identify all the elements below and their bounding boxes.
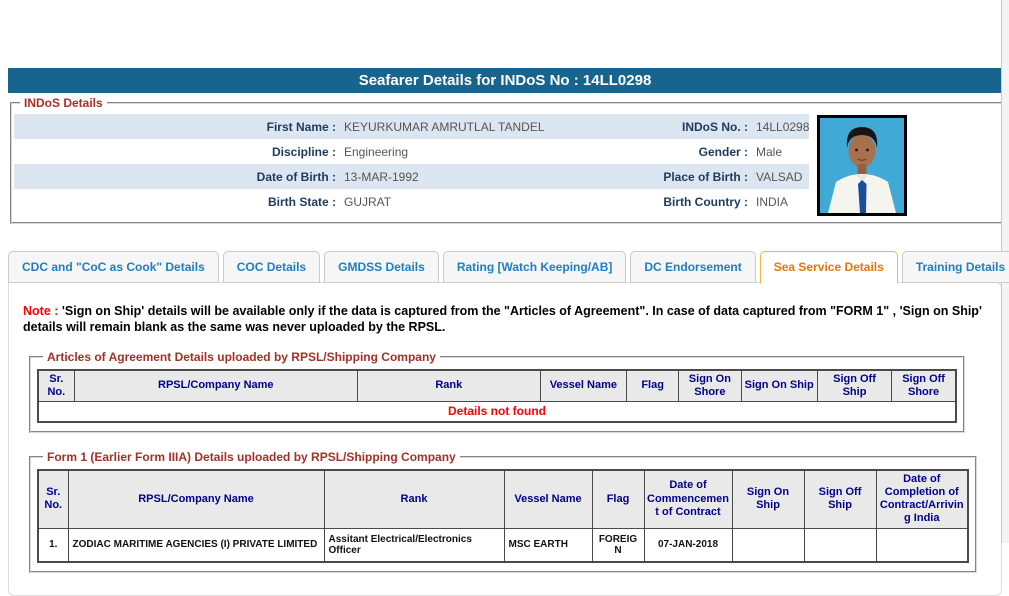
cell-sr-no: 1. xyxy=(37,527,69,563)
column-header-vessel: Vessel Name xyxy=(503,469,593,529)
indos-no-label: INDoS No. : xyxy=(682,119,748,134)
place-of-birth-value: VALSAD xyxy=(756,169,803,184)
detail-row: Discipline : Engineering Gender : Male xyxy=(14,139,809,164)
column-header-sign-off-shore: Sign Off Shore xyxy=(891,369,957,402)
tab-sea-service-details[interactable]: Sea Service Details xyxy=(759,251,898,284)
first-name-label: First Name : xyxy=(266,119,336,134)
tab-cdc-coc-as-cook-details[interactable]: CDC and "CoC as Cook" Details xyxy=(8,251,219,283)
tab-training-details[interactable]: Training Details xyxy=(901,251,1009,283)
detail-row: Date of Birth : 13-MAR-1992 Place of Bir… xyxy=(14,164,810,189)
column-header-flag: Flag xyxy=(626,369,680,402)
articles-of-agreement-legend: Articles of Agreement Details uploaded b… xyxy=(47,349,436,364)
column-header-sign-on-ship: Sign On Ship xyxy=(731,469,805,529)
column-header-rank: Rank xyxy=(323,469,505,529)
note-text: 'Sign on Ship' details will be available… xyxy=(23,304,982,335)
details-not-found-message: Details not found xyxy=(37,400,957,423)
sea-service-details-panel: Note : 'Sign on Ship' details will be av… xyxy=(8,282,1002,596)
column-header-date-of-completion: Date of Completion of Contract/Arriving … xyxy=(875,469,969,529)
detail-row: Birth State : GUJRAT Birth Country : IND… xyxy=(14,189,809,214)
seafarer-details-page: Seafarer Details for INDoS No : 14LL0298… xyxy=(8,0,1009,596)
indos-details-legend: INDoS Details xyxy=(24,96,103,110)
form1-details-table: Sr. No. RPSL/Company Name Rank Vessel Na… xyxy=(37,468,969,563)
cell-rank: Assitant Electrical/Electronics Officer xyxy=(323,527,505,563)
cell-sign-on-ship xyxy=(731,527,805,563)
gender-value: Male xyxy=(756,144,783,159)
birth-country-label: Birth Country : xyxy=(663,194,748,209)
articles-of-agreement-table: Sr. No. RPSL/Company Name Rank Vessel Na… xyxy=(37,368,957,423)
cell-vessel: MSC EARTH xyxy=(503,527,593,563)
form1-details-legend: Form 1 (Earlier Form IIIA) Details uploa… xyxy=(47,449,456,464)
column-header-sign-off-ship: Sign Off Ship xyxy=(803,469,877,529)
column-header-rank: Rank xyxy=(356,369,541,402)
table-header-row: Sr. No. RPSL/Company Name Rank Vessel Na… xyxy=(37,369,957,402)
indos-details-table: First Name : KEYURKUMAR AMRUTLAL TANDEL … xyxy=(14,114,810,216)
tab-rating-watch-keeping-ab[interactable]: Rating [Watch Keeping/AB] xyxy=(442,251,627,283)
empty-message-row: Details not found xyxy=(37,400,957,423)
sign-on-ship-note: Note : 'Sign on Ship' details will be av… xyxy=(23,303,985,336)
discipline-value: Engineering xyxy=(344,144,409,159)
first-name-value: KEYURKUMAR AMRUTLAL TANDEL xyxy=(344,119,545,134)
articles-of-agreement-section: Articles of Agreement Details uploaded b… xyxy=(29,349,965,433)
birth-state-value: GUJRAT xyxy=(344,194,392,209)
indos-no-value: 14LL0298 xyxy=(756,119,810,134)
column-header-sign-on-ship: Sign On Ship xyxy=(740,369,818,402)
column-header-vessel: Vessel Name xyxy=(539,369,628,402)
tab-gmdss-details[interactable]: GMDSS Details xyxy=(324,251,439,283)
table-row: 1. ZODIAC MARITIME AGENCIES (I) PRIVATE … xyxy=(37,527,969,563)
birth-state-label: Birth State : xyxy=(267,194,336,209)
column-header-sign-on-shore: Sign On Shore xyxy=(678,369,742,402)
indos-details-section: INDoS Details First Name : KEYURKUMAR AM… xyxy=(10,96,1009,224)
cell-sign-off-ship xyxy=(803,527,877,563)
column-header-company: RPSL/Company Name xyxy=(67,469,325,529)
note-label: Note : xyxy=(23,304,59,318)
column-header-company: RPSL/Company Name xyxy=(73,369,358,402)
seafarer-photo xyxy=(817,115,908,216)
column-header-date-of-commencement: Date of Commencement of Contract xyxy=(643,469,733,529)
cell-flag: FOREIGN xyxy=(591,527,645,563)
table-header-row: Sr. No. RPSL/Company Name Rank Vessel Na… xyxy=(37,469,969,529)
column-header-sign-off-ship: Sign Off Ship xyxy=(816,369,893,402)
detail-row: First Name : KEYURKUMAR AMRUTLAL TANDEL … xyxy=(14,114,810,139)
gender-label: Gender : xyxy=(698,144,748,159)
cell-date-of-commencement: 07-JAN-2018 xyxy=(643,527,733,563)
date-of-birth-value: 13-MAR-1992 xyxy=(344,169,419,184)
page-title: Seafarer Details for INDoS No : 14LL0298 xyxy=(8,68,1002,93)
column-header-sr-no: Sr. No. xyxy=(37,469,69,529)
cell-date-of-completion xyxy=(875,527,969,563)
birth-country-value: INDIA xyxy=(756,194,789,209)
tab-dc-endorsement[interactable]: DC Endorsement xyxy=(630,251,756,283)
detail-tabs: CDC and "CoC as Cook" Details COC Detail… xyxy=(8,251,1009,284)
tab-coc-details[interactable]: COC Details xyxy=(222,251,321,283)
place-of-birth-label: Place of Birth : xyxy=(663,169,748,184)
column-header-sr-no: Sr. No. xyxy=(37,369,75,402)
date-of-birth-label: Date of Birth : xyxy=(256,169,336,184)
seafarer-photo-image xyxy=(820,118,905,213)
cell-company: ZODIAC MARITIME AGENCIES (I) PRIVATE LIM… xyxy=(67,527,325,563)
form1-details-section: Form 1 (Earlier Form IIIA) Details uploa… xyxy=(29,449,977,573)
discipline-label: Discipline : xyxy=(271,144,336,159)
column-header-flag: Flag xyxy=(591,469,645,529)
